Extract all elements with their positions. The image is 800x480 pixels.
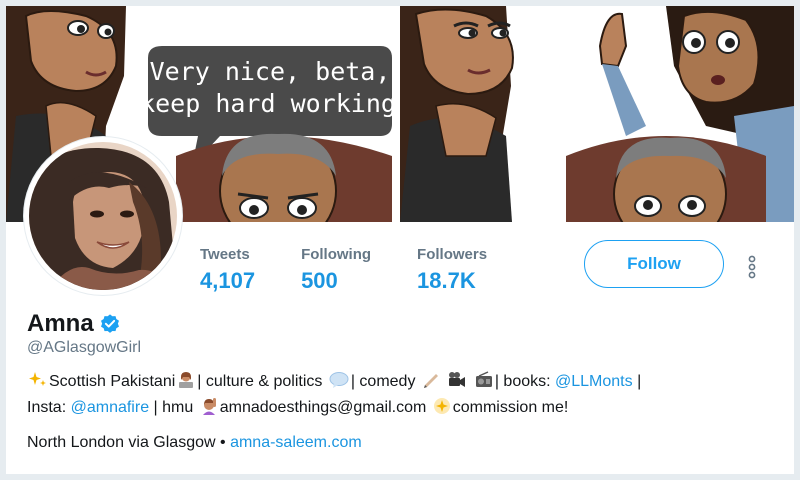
verified-badge-icon: [100, 314, 119, 333]
woman-raising-hand-icon: [202, 398, 216, 415]
stat-label: Following: [301, 246, 372, 263]
speech-balloon-icon: [329, 372, 349, 388]
profile-location: North London via Glasgow: [27, 434, 216, 451]
movie-camera-icon: [449, 372, 466, 387]
bio-text: | books:: [494, 373, 551, 390]
mention-link-amnafire[interactable]: @amnafire: [71, 399, 150, 416]
avatar[interactable]: [24, 137, 182, 295]
bio-line-1: Scottish Pakistani | culture & politics |…: [27, 369, 767, 395]
stat-value: 500: [301, 268, 338, 293]
bio-text: | hmu: [153, 399, 194, 416]
bio-text: |: [637, 373, 642, 390]
profile-name[interactable]: Amna: [27, 310, 94, 338]
mention-link-llmonts[interactable]: @LLMonts: [555, 373, 633, 390]
avatar-photo: [29, 142, 177, 290]
sparkles-icon: [29, 372, 46, 386]
profile-website-link[interactable]: amna-saleem.com: [230, 434, 362, 451]
bio-text: | culture & politics: [197, 373, 323, 390]
stat-value: 4,107: [200, 268, 256, 293]
banner-speech-line-2: keep hard working: [140, 89, 396, 118]
bio-email: amnadoesthings@gmail.com: [219, 399, 427, 416]
profile-bio: Scottish Pakistani | culture & politics |…: [27, 369, 767, 421]
profile-stats: Tweets 4,107 Following 500 Followers 18.…: [200, 246, 533, 296]
stat-followers[interactable]: Followers 18.7K: [417, 246, 487, 296]
stat-following[interactable]: Following 500: [301, 246, 371, 296]
stat-value: 18.7K: [417, 268, 476, 293]
location-separator: •: [220, 434, 226, 451]
bio-text: | comedy: [350, 373, 416, 390]
stat-tweets[interactable]: Tweets 4,107: [200, 246, 255, 296]
stat-label: Followers: [417, 246, 488, 263]
woman-technologist-icon: [179, 372, 194, 388]
profile-location-row: North London via Glasgow • amna-saleem.c…: [27, 434, 362, 452]
bio-text: commission me!: [452, 399, 569, 416]
writing-hand-icon: [423, 374, 438, 388]
more-vertical-icon[interactable]: [747, 255, 757, 279]
follow-button[interactable]: Follow: [584, 240, 724, 288]
bio-text: Scottish Pakistani: [49, 373, 176, 390]
profile-card: Very nice, beta, keep hard working Tweet…: [6, 6, 794, 474]
bio-text: Insta:: [27, 399, 67, 416]
banner-speech-line-1: Very nice, beta,: [150, 57, 391, 86]
profile-name-row: Amna: [27, 310, 121, 338]
bio-line-2: Insta: @amnafire | hmu amnadoesthings@gm…: [27, 395, 767, 421]
dizzy-star-icon: [433, 398, 450, 414]
radio-icon: [475, 371, 492, 387]
profile-handle[interactable]: @AGlasgowGirl: [27, 339, 141, 357]
stat-label: Tweets: [200, 246, 250, 263]
